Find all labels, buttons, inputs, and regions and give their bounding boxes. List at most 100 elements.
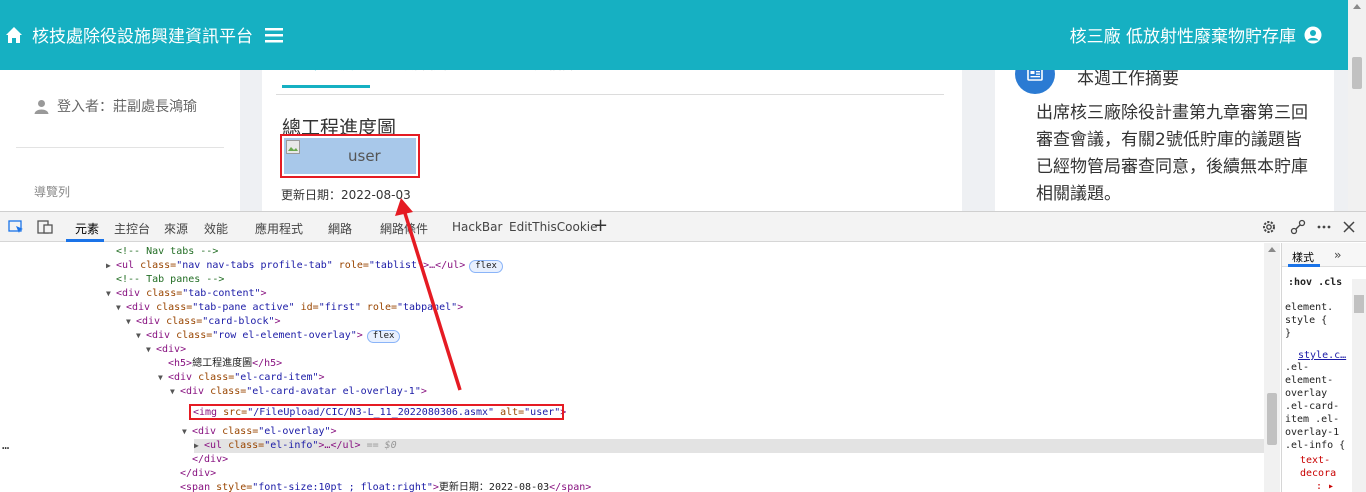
- dom-line[interactable]: ▼ <div class="el-card-item">: [158, 371, 325, 385]
- tab-styles[interactable]: 樣式: [1292, 249, 1314, 265]
- comment-text: <!-- Nav tabs -->: [116, 246, 219, 257]
- tag-name: <div: [146, 330, 171, 341]
- style-rule-line: style {: [1285, 315, 1328, 326]
- collapse-arrow-icon[interactable]: ▼: [116, 301, 126, 315]
- active-tab-indicator: [1288, 264, 1320, 267]
- style-rule-line: item .el-: [1285, 414, 1340, 425]
- style-rule-line: overlay-1: [1285, 427, 1340, 438]
- hamburger-menu-icon[interactable]: [265, 27, 283, 43]
- facility-label[interactable]: 核三廠 低放射性廢棄物貯存庫: [1070, 22, 1322, 47]
- attr-name: class=: [150, 302, 193, 313]
- dom-line[interactable]: </div>: [192, 453, 228, 467]
- user-icon: [34, 99, 49, 114]
- dom-line[interactable]: ▼ <div class="card-block">: [126, 315, 281, 329]
- flex-badge[interactable]: flex: [366, 330, 401, 343]
- attr-name: style=: [210, 482, 253, 492]
- comment-text: <!-- Tab panes -->: [116, 274, 225, 285]
- scrollbar-thumb[interactable]: [1354, 295, 1364, 313]
- tab-network-conditions[interactable]: 網路條件: [380, 220, 428, 237]
- tag-name: <div: [126, 302, 151, 313]
- home-icon: [6, 26, 22, 43]
- divider: [16, 147, 224, 148]
- tab-editthiscookie[interactable]: EditThisCookie: [509, 220, 598, 234]
- tag-close: >: [330, 426, 337, 437]
- collapse-arrow-icon[interactable]: ▼: [136, 329, 146, 343]
- tab-sources[interactable]: 來源: [164, 220, 188, 237]
- devtools-toolbar: 元素 主控台 來源 效能 應用程式 網路 網路條件 HackBar EditTh…: [0, 212, 1366, 242]
- plus-icon[interactable]: +: [593, 217, 608, 235]
- tab-elements[interactable]: 元素: [75, 220, 99, 237]
- dom-line[interactable]: <!-- Tab panes -->: [116, 273, 224, 287]
- update-date: 更新日期：2022-08-03: [281, 188, 411, 202]
- flex-badge[interactable]: flex: [469, 260, 503, 273]
- elements-scrollbar[interactable]: [1264, 243, 1280, 492]
- attr-name: class=: [170, 330, 213, 341]
- tab-performance[interactable]: 效能: [204, 220, 228, 237]
- scroll-up-icon[interactable]: [1353, 4, 1361, 9]
- scrollbar-thumb[interactable]: [1352, 57, 1362, 89]
- style-rule-line: .el-info {: [1285, 440, 1346, 451]
- state-toggles[interactable]: :hov .cls: [1288, 277, 1342, 288]
- attr-value: "font-size:10pt ; float:right": [252, 482, 433, 492]
- node-text: 總工程進度圖: [192, 358, 253, 369]
- dom-line[interactable]: ▼ <div class="el-card-avatar el-overlay-1…: [170, 385, 427, 399]
- dom-line[interactable]: ▼ <div class="row el-element-overlay"> fle…: [136, 329, 401, 343]
- weekly-summary-card: 本週工作摘要 出席核三廠除役計畫第九章審第三回審查會議，有關2號低貯庫的議題皆已…: [995, 54, 1334, 211]
- dom-line[interactable]: </div>: [180, 467, 216, 481]
- inspect-element-icon[interactable]: [8, 220, 24, 234]
- ellipsis-icon[interactable]: …: [2, 438, 9, 452]
- collapse-arrow-icon[interactable]: ▼: [158, 371, 168, 385]
- brand[interactable]: 核技處除役設施興建資訊平台: [4, 22, 283, 47]
- attr-name: class=: [216, 426, 259, 437]
- attr-value: "nav nav-tabs profile-tab": [176, 260, 333, 271]
- expand-arrow-icon[interactable]: ▶: [106, 259, 116, 273]
- expand-arrow-icon[interactable]: ▶: [194, 439, 204, 453]
- styles-scrollbar[interactable]: [1352, 279, 1366, 492]
- dom-line[interactable]: ▼ <div class="tab-pane active" id="first"…: [116, 301, 463, 315]
- tag-name: <div: [168, 372, 193, 383]
- dom-line[interactable]: <!-- Nav tabs -->: [116, 245, 218, 259]
- style-property[interactable]: decora: [1300, 467, 1336, 480]
- dom-line[interactable]: ▼ <div class="tab-content">: [106, 287, 267, 301]
- collapse-arrow-icon[interactable]: ▼: [182, 425, 192, 439]
- style-property[interactable]: text-: [1300, 454, 1330, 467]
- page-scrollbar[interactable]: [1348, 0, 1366, 211]
- user-circle-icon[interactable]: [1304, 26, 1322, 44]
- tab-console[interactable]: 主控台: [114, 220, 150, 237]
- collapse-arrow-icon[interactable]: ▼: [146, 343, 156, 357]
- attr-value: "row el-element-overlay": [212, 330, 357, 341]
- tag-close: >: [260, 288, 267, 299]
- double-chevron-right-icon[interactable]: »: [1334, 248, 1341, 262]
- tag-name: <div>: [156, 344, 187, 355]
- more-options-icon[interactable]: [1316, 219, 1332, 235]
- dom-line[interactable]: ▼ <div>: [146, 343, 186, 357]
- scrollbar-thumb[interactable]: [1267, 393, 1277, 445]
- dom-line[interactable]: ▶ <ul class="nav nav-tabs profile-tab" ro…: [106, 259, 503, 273]
- tag-name: </div>: [180, 468, 217, 479]
- tag-close: >: [274, 316, 281, 327]
- tab-network[interactable]: 網路: [328, 220, 352, 237]
- connections-icon[interactable]: [1290, 219, 1306, 235]
- scroll-up-icon[interactable]: [1268, 247, 1276, 252]
- collapse-arrow-icon[interactable]: ▼: [170, 385, 180, 399]
- attr-name: class=: [140, 288, 183, 299]
- attr-value: "first": [318, 302, 361, 313]
- gear-icon[interactable]: [1261, 219, 1277, 235]
- dom-line[interactable]: ▼ <div class="el-overlay">: [182, 425, 337, 439]
- tab-application[interactable]: 應用程式: [255, 220, 303, 237]
- collapse-arrow-icon[interactable]: ▼: [106, 287, 116, 301]
- tab-hackbar[interactable]: HackBar: [452, 220, 502, 234]
- progress-image[interactable]: user: [284, 138, 416, 174]
- dom-line[interactable]: <h5>總工程進度圖</h5>: [168, 357, 282, 371]
- style-property-value[interactable]: : ▸: [1316, 480, 1334, 492]
- device-toolbar-icon[interactable]: [37, 220, 53, 234]
- styles-pane: 樣式 » :hov .cls element. style { } style.…: [1281, 243, 1366, 492]
- style-rule-line: element-: [1285, 375, 1334, 386]
- tag-close: >…</ul>: [318, 440, 361, 451]
- close-icon[interactable]: [1341, 219, 1357, 235]
- tag-close: >…</ul>: [423, 260, 466, 271]
- tag-close: >: [356, 330, 363, 341]
- dom-line-selected[interactable]: ▶ <ul class="el-info">…</ul> == $0: [194, 439, 1264, 453]
- collapse-arrow-icon[interactable]: ▼: [126, 315, 136, 329]
- dom-line[interactable]: <span style="font-size:10pt ; float:righ…: [180, 481, 591, 492]
